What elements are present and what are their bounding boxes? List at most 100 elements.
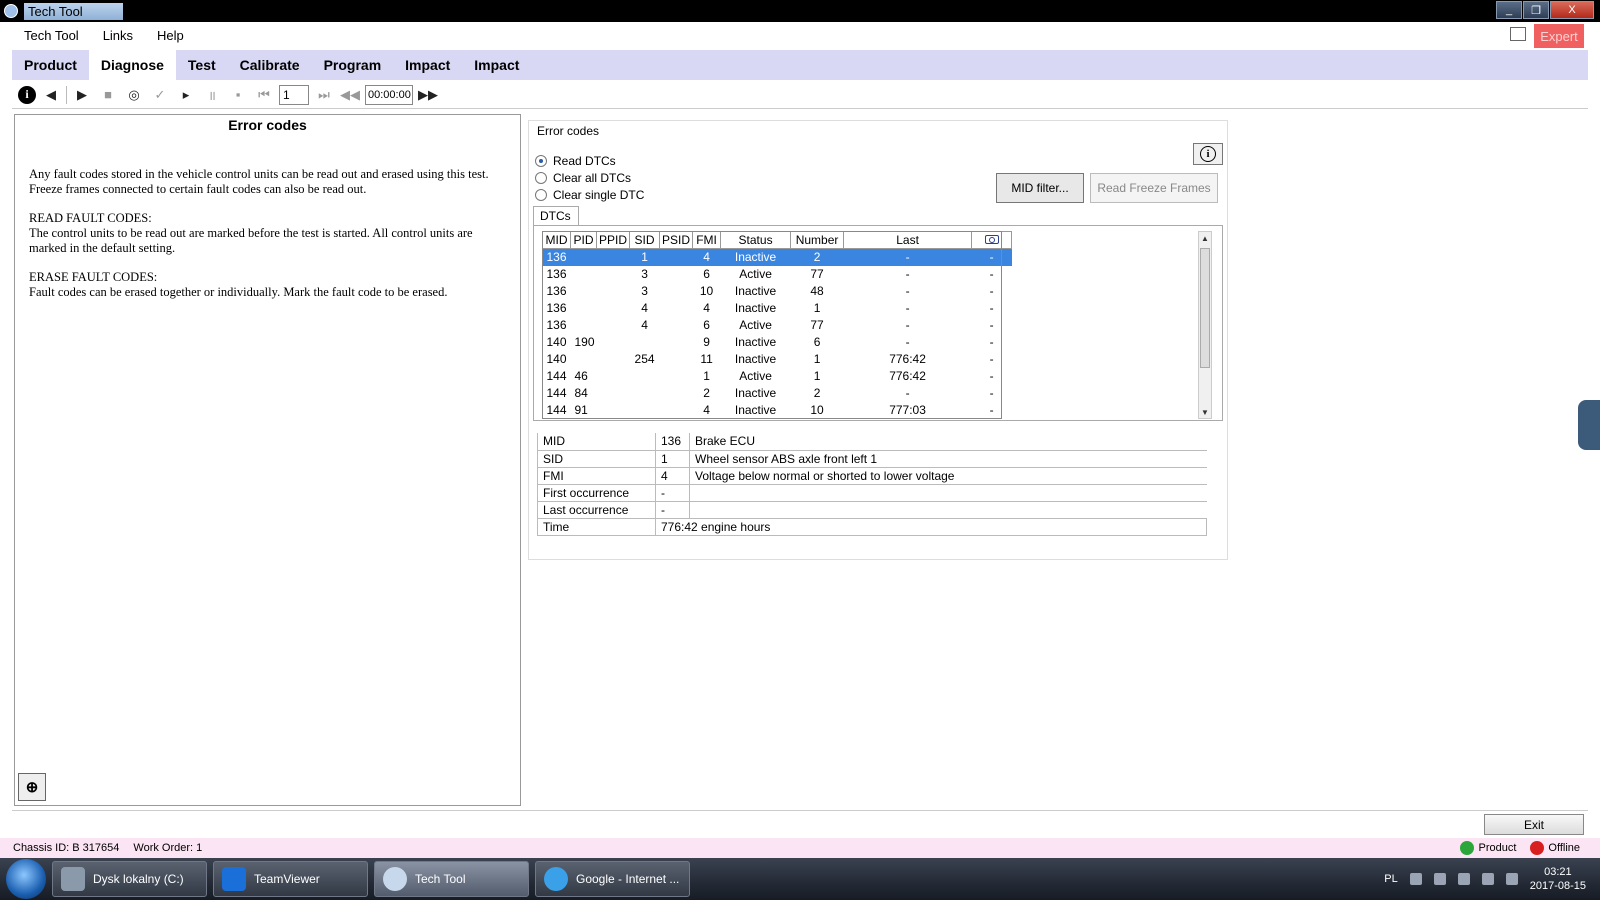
maximize-button[interactable]: ❐ — [1523, 1, 1549, 19]
fast-forward-icon[interactable]: ▶▶ — [417, 84, 439, 106]
table-row[interactable]: 136 1 4 Inactive 2- - — [542, 248, 1012, 266]
keyboard-icon[interactable] — [1409, 873, 1422, 885]
table-scrollbar[interactable]: ▲ ▼ — [1198, 231, 1212, 419]
table-row[interactable]: 144 46 1 Active 1 776:42 - — [543, 368, 1012, 385]
tab-test[interactable]: Test — [176, 50, 228, 80]
volume-icon[interactable] — [1505, 873, 1518, 885]
table-cell — [660, 300, 693, 317]
flag-icon[interactable] — [1481, 873, 1494, 885]
col-mid[interactable]: MID — [542, 231, 571, 249]
scroll-down-icon[interactable]: ▼ — [1199, 406, 1211, 418]
detail-cell: Last occurrence — [537, 501, 656, 519]
info-icon[interactable]: i — [18, 85, 36, 104]
table-cell: 9 — [703, 335, 710, 349]
table-cell — [596, 248, 630, 266]
radio-dot[interactable] — [535, 171, 547, 184]
step-stop-icon[interactable]: ▪ — [227, 84, 249, 106]
stop-icon[interactable]: ■ — [97, 84, 119, 106]
detail-cell: - — [655, 501, 690, 519]
tab-impact-1[interactable]: Impact — [393, 50, 462, 80]
tab-calibrate[interactable]: Calibrate — [228, 50, 312, 80]
pause-icon[interactable]: ॥ — [201, 84, 223, 106]
col-number[interactable]: Number — [790, 231, 845, 249]
chassis-id: Chassis ID: B 317654 — [13, 842, 120, 854]
mid-filter-button[interactable]: MID filter... — [996, 173, 1084, 203]
step-input[interactable]: 1 — [279, 84, 309, 105]
help-button[interactable]: i — [1193, 143, 1223, 165]
col-freeze-frame[interactable] — [971, 231, 1013, 249]
table-row[interactable]: 136 4 6 Active 77 - - — [543, 317, 1012, 334]
radio-dot[interactable] — [535, 154, 547, 167]
rewind-icon[interactable]: ◀◀ — [339, 84, 361, 106]
close-button[interactable]: X — [1550, 1, 1594, 19]
menu-tech-tool[interactable]: Tech Tool — [12, 28, 91, 43]
first-icon[interactable]: ⏮ — [253, 84, 275, 106]
tab-impact-2[interactable]: Impact — [462, 50, 531, 80]
radio-clear-all[interactable]: Clear all DTCs — [535, 169, 644, 186]
table-cell: 136 — [546, 301, 567, 315]
message-icon[interactable] — [1510, 27, 1526, 41]
detail-row: First occurrence - — [537, 484, 1207, 502]
start-button[interactable] — [6, 859, 46, 899]
table-cell: 84 — [574, 386, 588, 400]
scroll-up-icon[interactable]: ▲ — [1199, 232, 1211, 244]
table-cell — [597, 317, 630, 334]
scroll-thumb[interactable] — [1200, 248, 1210, 368]
table-row[interactable]: 136 4 4 Inactive 1 - - — [543, 300, 1012, 317]
bluetooth-icon[interactable] — [1433, 873, 1446, 885]
table-row[interactable]: 144 84 2 Inactive 2 - - — [543, 385, 1012, 402]
play-icon[interactable]: ▶ — [71, 84, 93, 106]
table-cell: 4 — [692, 248, 721, 266]
col-sid[interactable]: SID — [629, 231, 661, 249]
table-cell: - — [989, 335, 994, 349]
exit-button[interactable]: Exit — [1484, 814, 1584, 835]
step-forward-icon[interactable]: ▸ — [175, 84, 197, 106]
tab-program[interactable]: Program — [312, 50, 394, 80]
time-field[interactable]: 00:00:00 — [365, 84, 413, 105]
check-icon[interactable]: ✓ — [149, 84, 171, 106]
col-ppid[interactable]: PPID — [596, 231, 631, 249]
table-cell: 140 — [546, 335, 567, 349]
radio-read-dtcs[interactable]: Read DTCs — [535, 152, 644, 169]
col-fmi[interactable]: FMI — [692, 231, 722, 249]
minimize-button[interactable]: _ — [1496, 1, 1522, 19]
language-indicator[interactable]: PL — [1384, 873, 1397, 885]
table-cell: - — [905, 301, 910, 315]
network-icon[interactable] — [1457, 873, 1470, 885]
table-row[interactable]: 140 190 9 Inactive 6 - - — [543, 334, 1012, 351]
menu-help[interactable]: Help — [145, 28, 196, 43]
radio-dot[interactable] — [535, 188, 547, 201]
table-cell — [660, 402, 693, 419]
back-icon[interactable]: ◀ — [40, 84, 62, 106]
task-teamviewer[interactable]: TeamViewer — [213, 861, 368, 897]
table-row[interactable]: 136 3 10 Inactive 48 - - — [543, 283, 1012, 300]
radio-clear-single[interactable]: Clear single DTC — [535, 186, 644, 203]
table-cell: Inactive — [734, 403, 777, 417]
tab-dtcs[interactable]: DTCs — [533, 206, 579, 226]
table-cell — [597, 385, 630, 402]
last-icon[interactable]: ⏭ — [313, 84, 335, 106]
col-pid[interactable]: PID — [569, 231, 598, 249]
col-last[interactable]: Last — [843, 231, 973, 249]
offline-icon — [1530, 841, 1545, 855]
detail-row: SID 1 Wheel sensor ABS axle front left 1 — [537, 450, 1207, 468]
table-row[interactable]: 144 91 4 Inactive 10 777:03 - — [543, 402, 1012, 419]
task-tech-tool[interactable]: Tech Tool — [374, 861, 529, 897]
inspect-icon[interactable]: ◎ — [123, 84, 145, 106]
dtc-frame: MID PID PPID SID PSID FMI Status Number … — [533, 225, 1223, 421]
col-psid[interactable]: PSID — [659, 231, 694, 249]
task-explorer[interactable]: Dysk lokalny (C:) — [52, 861, 207, 897]
table-row[interactable]: 140 254 11 Inactive 1 776:42 - — [543, 351, 1012, 368]
clock[interactable]: 03:21 2017-08-15 — [1530, 865, 1586, 893]
table-row[interactable]: 136 3 6 Active 77 - - — [543, 266, 1012, 283]
tab-product[interactable]: Product — [12, 50, 89, 80]
expert-button[interactable]: Expert — [1534, 24, 1584, 48]
table-cell: 1 — [629, 248, 660, 266]
col-status[interactable]: Status — [720, 231, 792, 249]
side-panel-handle[interactable] — [1578, 400, 1600, 450]
read-freeze-frames-button[interactable]: Read Freeze Frames — [1090, 173, 1218, 203]
task-internet-explorer[interactable]: Google - Internet ... — [535, 861, 690, 897]
zoom-icon[interactable]: ⊕ — [18, 773, 46, 801]
tab-diagnose[interactable]: Diagnose — [88, 50, 176, 80]
menu-links[interactable]: Links — [91, 28, 145, 43]
